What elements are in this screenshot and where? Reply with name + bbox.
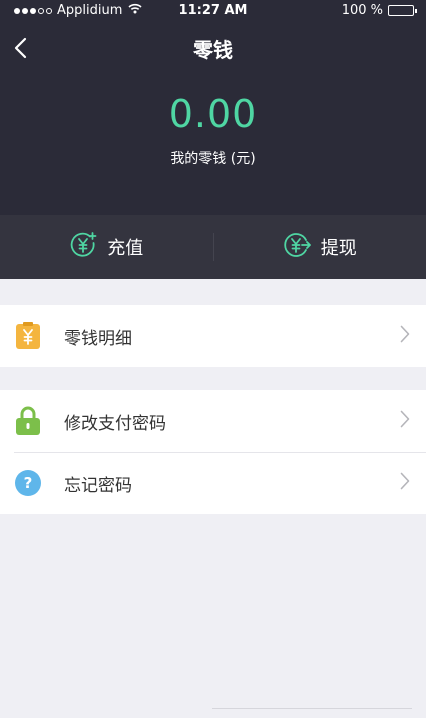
action-bar: 充值 提现 (0, 215, 426, 279)
menu-item-change-password[interactable]: 修改支付密码 (0, 390, 426, 452)
chevron-right-icon (400, 410, 410, 432)
details-group: 零钱明细 (0, 305, 426, 367)
question-icon: ? (14, 469, 42, 497)
battery-percent: 100 % (341, 3, 383, 18)
details-label: 零钱明细 (64, 328, 132, 349)
password-group: 修改支付密码 ? 忘记密码 (0, 390, 426, 514)
withdraw-label: 提现 (320, 238, 357, 259)
yuan-clipboard-icon (14, 322, 42, 350)
withdraw-button[interactable]: 提现 (214, 215, 426, 279)
chevron-right-icon (400, 325, 410, 347)
page-title: 零钱 (193, 38, 233, 62)
status-bar: Applidium 11:27 AM 100 % (0, 0, 426, 22)
watermark (212, 708, 412, 718)
yuan-plus-icon (69, 231, 97, 264)
balance-amount: 0.00 (168, 92, 258, 136)
lock-icon (14, 406, 42, 435)
recharge-label: 充值 (107, 238, 144, 259)
battery-icon (388, 5, 417, 16)
menu-item-details[interactable]: 零钱明细 (0, 305, 426, 367)
balance-label: 我的零钱 (元) (170, 151, 256, 167)
wallet-header: Applidium 11:27 AM 100 % 零钱 0.00 我的零钱 (元… (0, 0, 426, 215)
yuan-withdraw-icon (283, 231, 311, 264)
svg-text:?: ? (24, 474, 33, 492)
change-password-label: 修改支付密码 (64, 413, 166, 434)
menu-item-forgot-password[interactable]: ? 忘记密码 (0, 452, 426, 514)
forgot-password-label: 忘记密码 (64, 475, 132, 496)
status-right: 100 % (341, 3, 417, 18)
chevron-right-icon (400, 472, 410, 494)
recharge-button[interactable]: 充值 (0, 215, 213, 279)
